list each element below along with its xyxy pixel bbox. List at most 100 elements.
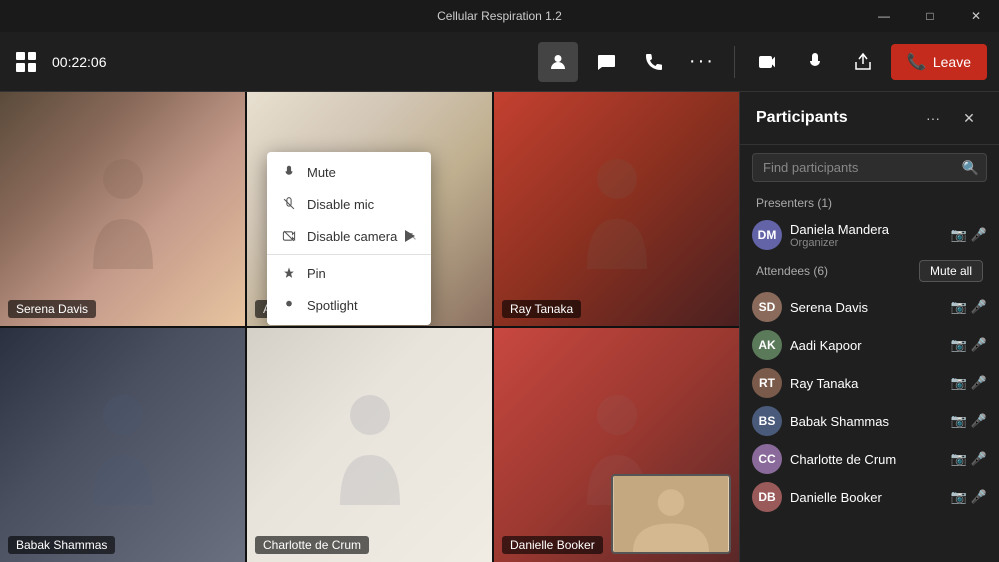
attendees-section-header: Attendees (6) Mute all — [740, 254, 999, 288]
participant-row-ray[interactable]: RT Ray Tanaka 📷 🎤 — [740, 364, 999, 402]
call-timer: 00:22:06 — [52, 54, 107, 70]
participant-info-charlotte: Charlotte de Crum — [790, 452, 943, 467]
disable-mic-icon — [281, 196, 297, 212]
menu-item-spotlight[interactable]: Spotlight — [267, 289, 431, 321]
mic-icon-serena: 🎤 — [971, 299, 987, 315]
participant-name-aadi: Aadi Kapoor — [790, 338, 943, 353]
menu-label-disable-mic: Disable mic — [307, 197, 374, 212]
avatar-charlotte: CC — [752, 444, 782, 474]
menu-item-disable-camera[interactable]: Disable camera ↖ — [267, 220, 431, 252]
camera-icon-charlotte: 📷 — [951, 451, 967, 467]
mute-icon — [281, 164, 297, 180]
avatar-babak: BS — [752, 406, 782, 436]
participant-row-charlotte[interactable]: CC Charlotte de Crum 📷 🎤 — [740, 440, 999, 478]
participant-info-aadi: Aadi Kapoor — [790, 338, 943, 353]
avatar-daniela: DM — [752, 220, 782, 250]
menu-label-mute: Mute — [307, 165, 336, 180]
toolbar: 00:22:06 ··· — [0, 32, 999, 92]
video-cell-babak: Babak Shammas — [0, 328, 245, 562]
maximize-button[interactable]: □ — [907, 0, 953, 32]
menu-label-spotlight: Spotlight — [307, 298, 358, 313]
participant-name-charlotte: Charlotte de Crum — [790, 452, 943, 467]
pin-icon — [281, 265, 297, 281]
search-box: 🔍 — [752, 153, 987, 182]
share-button[interactable] — [843, 42, 883, 82]
video-feed-ray — [494, 92, 739, 326]
camera-icon-daniela: 📷 — [951, 227, 967, 243]
menu-label-pin: Pin — [307, 266, 326, 281]
mic-icon-danielle: 🎤 — [971, 489, 987, 505]
participant-name-serena: Serena Davis — [790, 300, 943, 315]
participant-info-serena: Serena Davis — [790, 300, 943, 315]
participant-icons-aadi: 📷 🎤 — [951, 337, 987, 353]
video-grid: Serena Davis Aadi Kapoor ··· Mute — [0, 92, 739, 562]
participant-role-daniela: Organizer — [790, 237, 943, 249]
panel-header: Participants ··· ✕ — [740, 92, 999, 145]
mic-button[interactable] — [795, 42, 835, 82]
participant-icons-danielle: 📷 🎤 — [951, 489, 987, 505]
call-button[interactable] — [634, 42, 674, 82]
participant-icons-babak: 📷 🎤 — [951, 413, 987, 429]
spotlight-icon — [281, 297, 297, 313]
leave-button[interactable]: 📞 Leave — [891, 44, 987, 80]
video-cell-aadi: Aadi Kapoor ··· Mute Disable mic — [247, 92, 492, 326]
camera-icon-danielle: 📷 — [951, 489, 967, 505]
panel-more-button[interactable]: ··· — [919, 104, 947, 132]
mic-icon-aadi: 🎤 — [971, 337, 987, 353]
participants-list: Presenters (1) DM Daniela Mandera Organi… — [740, 190, 999, 562]
camera-icon-babak: 📷 — [951, 413, 967, 429]
chat-button[interactable] — [586, 42, 626, 82]
participant-row-aadi[interactable]: AK Aadi Kapoor 📷 🎤 — [740, 326, 999, 364]
grid-icon[interactable] — [12, 48, 40, 76]
avatar-serena: SD — [752, 292, 782, 322]
disable-camera-icon — [281, 228, 297, 244]
window-title: Cellular Respiration 1.2 — [437, 9, 562, 23]
camera-icon-ray: 📷 — [951, 375, 967, 391]
panel-close-button[interactable]: ✕ — [955, 104, 983, 132]
people-button[interactable] — [538, 42, 578, 82]
avatar-danielle: DB — [752, 482, 782, 512]
avatar-aadi: AK — [752, 330, 782, 360]
search-input[interactable] — [752, 153, 987, 182]
participants-panel: Participants ··· ✕ 🔍 Presenters (1) DM D… — [739, 92, 999, 562]
name-tag-babak: Babak Shammas — [8, 536, 115, 554]
participant-row-danielle[interactable]: DB Danielle Booker 📷 🎤 — [740, 478, 999, 516]
context-menu: Mute Disable mic Disable camera ↖ — [267, 152, 431, 325]
participant-row-daniela[interactable]: DM Daniela Mandera Organizer 📷 🎤 — [740, 216, 999, 254]
panel-actions: ··· ✕ — [919, 104, 983, 132]
participant-info-danielle: Danielle Booker — [790, 490, 943, 505]
video-feed-serena — [0, 92, 245, 326]
video-cell-danielle: Danielle Booker — [494, 328, 739, 562]
menu-divider — [267, 254, 431, 255]
mic-icon-ray: 🎤 — [971, 375, 987, 391]
minimize-button[interactable]: — — [861, 0, 907, 32]
camera-button[interactable] — [747, 42, 787, 82]
menu-item-mute[interactable]: Mute — [267, 156, 431, 188]
mute-all-button[interactable]: Mute all — [919, 260, 983, 282]
participant-row-serena[interactable]: SD Serena Davis 📷 🎤 — [740, 288, 999, 326]
video-feed-babak — [0, 328, 245, 562]
video-cell-ray: Ray Tanaka — [494, 92, 739, 326]
participant-icons-ray: 📷 🎤 — [951, 375, 987, 391]
self-view — [611, 474, 731, 554]
participant-icons-serena: 📷 🎤 — [951, 299, 987, 315]
window-controls: — □ ✕ — [861, 0, 999, 32]
menu-item-pin[interactable]: Pin — [267, 257, 431, 289]
mic-icon-daniela: 🎤 — [971, 227, 987, 243]
participant-info-ray: Ray Tanaka — [790, 376, 943, 391]
main-content: Serena Davis Aadi Kapoor ··· Mute — [0, 92, 999, 562]
participant-info-daniela: Daniela Mandera Organizer — [790, 222, 943, 249]
search-icon: 🔍 — [962, 159, 979, 176]
video-cell-serena: Serena Davis — [0, 92, 245, 326]
participant-icons-charlotte: 📷 🎤 — [951, 451, 987, 467]
avatar-ray: RT — [752, 368, 782, 398]
video-feed-charlotte — [247, 328, 492, 562]
close-button[interactable]: ✕ — [953, 0, 999, 32]
name-tag-danielle: Danielle Booker — [502, 536, 603, 554]
menu-item-disable-mic[interactable]: Disable mic — [267, 188, 431, 220]
participant-row-babak[interactable]: BS Babak Shammas 📷 🎤 — [740, 402, 999, 440]
presenters-section-header: Presenters (1) — [740, 190, 999, 216]
more-button[interactable]: ··· — [682, 42, 722, 82]
toolbar-left: 00:22:06 — [12, 48, 538, 76]
participant-info-babak: Babak Shammas — [790, 414, 943, 429]
